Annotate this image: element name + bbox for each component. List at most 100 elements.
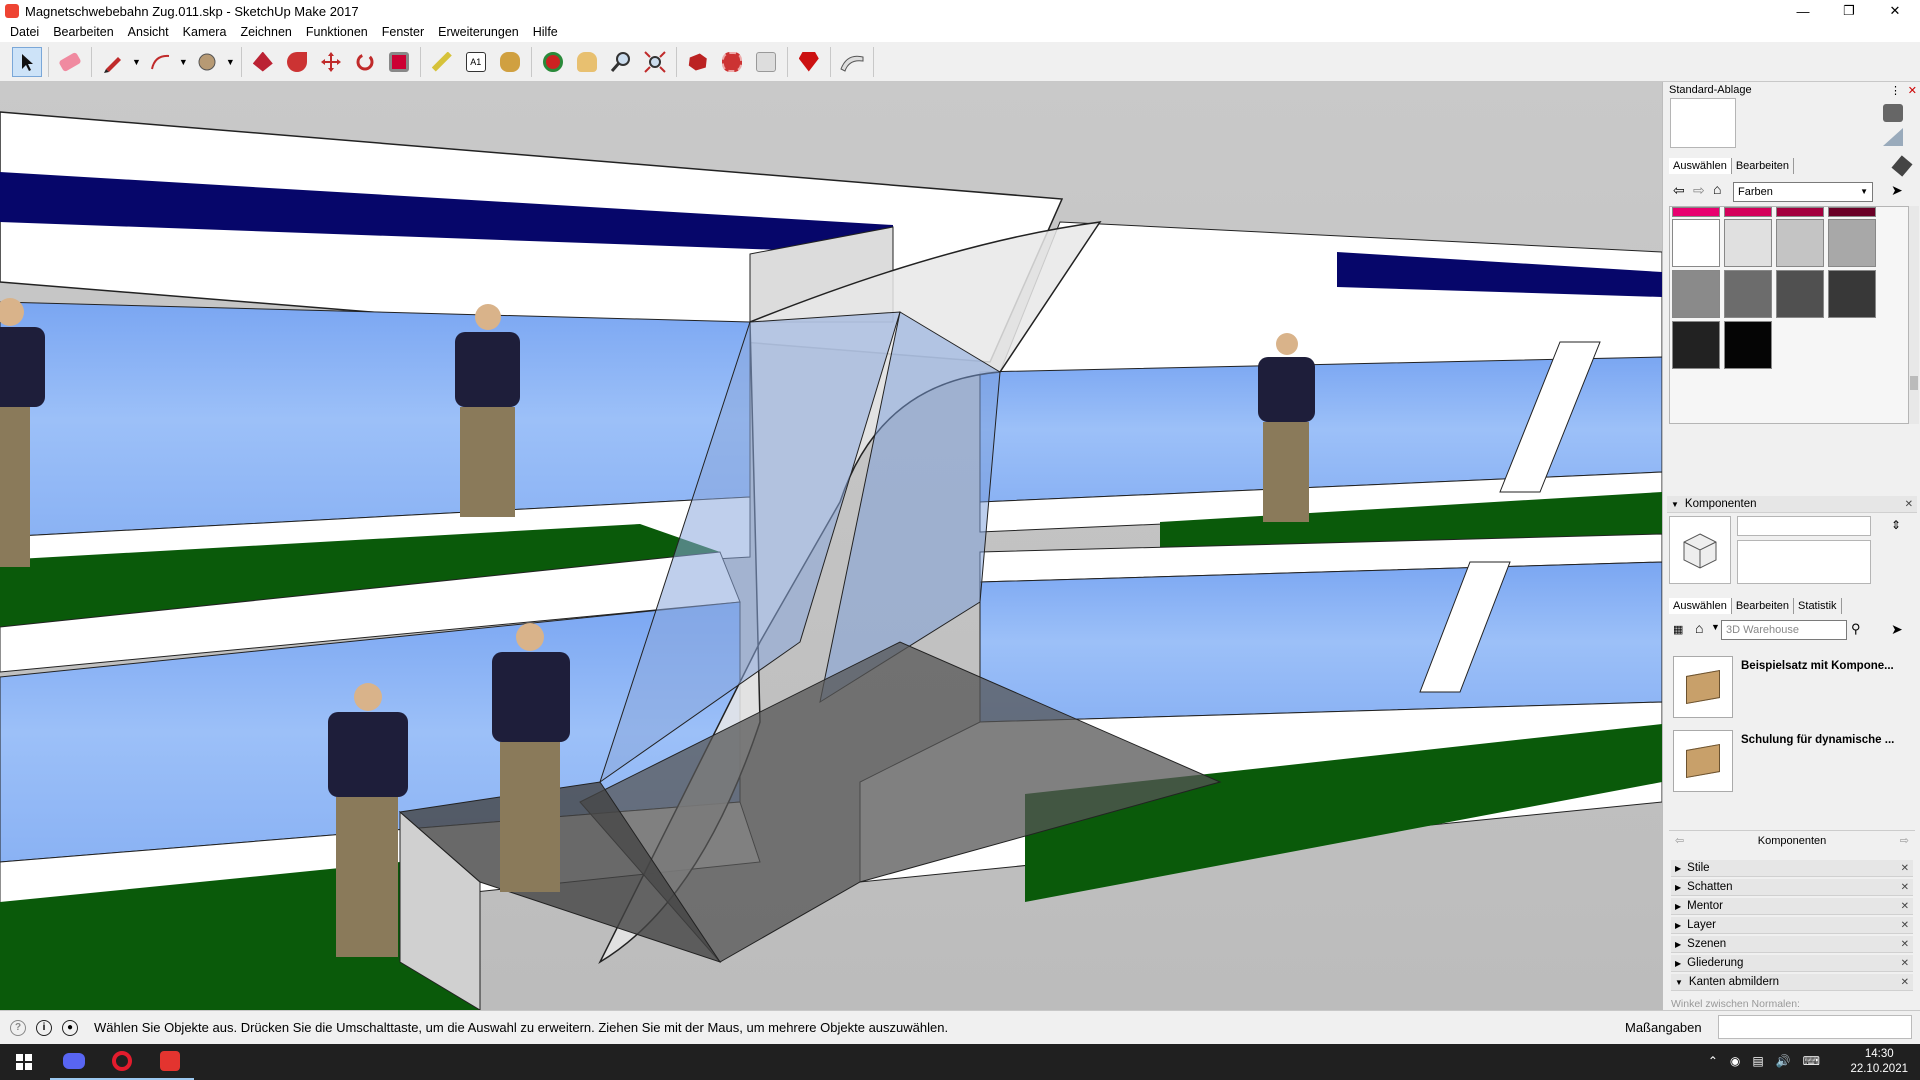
move-tool-button[interactable] [316, 47, 346, 77]
rotate-tool-button[interactable] [350, 47, 380, 77]
close-icon[interactable]: ✕ [1901, 977, 1909, 988]
credits-icon[interactable]: i [36, 1019, 52, 1036]
close-icon[interactable]: ✕ [1905, 499, 1913, 510]
material-swatch[interactable] [1828, 207, 1876, 217]
menu-kamera[interactable]: Kamera [176, 25, 234, 39]
forward-arrow-icon[interactable]: ⇨ [1693, 182, 1705, 199]
volume-icon[interactable]: 🔊 [1776, 1054, 1791, 1068]
menu-fenster[interactable]: Fenster [375, 25, 431, 39]
material-swatch[interactable] [1828, 270, 1876, 318]
ruby-tool-button[interactable] [794, 47, 824, 77]
arc-tool-dropdown-icon[interactable]: ▼ [179, 57, 188, 67]
swatch-scrollbar[interactable] [1909, 206, 1919, 424]
tab-materials-select[interactable]: Auswählen [1669, 158, 1732, 174]
material-swatch[interactable] [1828, 219, 1876, 267]
panel-section-schatten[interactable]: ▶ Schatten ✕ [1671, 879, 1913, 896]
line-tool-dropdown-icon[interactable]: ▼ [132, 57, 141, 67]
text-tool-button[interactable]: A1 [461, 47, 491, 77]
material-swatch[interactable] [1724, 219, 1772, 267]
material-swatch[interactable] [1672, 207, 1720, 217]
components-panel-header[interactable]: ▼ Komponenten ✕ [1667, 496, 1917, 513]
user-account-icon[interactable]: ● [62, 1019, 78, 1036]
scale-tool-button[interactable] [384, 47, 414, 77]
circle-tool-button[interactable] [192, 47, 222, 77]
select-tool-button[interactable] [12, 46, 42, 77]
zoom-extents-tool-button[interactable] [640, 47, 670, 77]
eyedropper-icon[interactable] [1891, 155, 1913, 177]
material-swatch[interactable] [1672, 321, 1720, 369]
component-name-field[interactable] [1737, 516, 1871, 536]
restore-icon[interactable]: ❐ [1826, 0, 1872, 22]
warehouse-tool-button[interactable] [683, 47, 713, 77]
arc-tool-button[interactable] [145, 47, 175, 77]
pan-tool-button[interactable] [572, 47, 602, 77]
keyboard-icon[interactable]: ⌨ [1803, 1054, 1820, 1068]
home-icon[interactable]: ⌂ [1713, 181, 1721, 197]
minimize-icon[interactable]: — [1780, 0, 1826, 22]
tape-measure-tool-button[interactable] [427, 47, 457, 77]
menu-ansicht[interactable]: Ansicht [121, 25, 176, 39]
material-swatch[interactable] [1776, 207, 1824, 217]
zoom-tool-button[interactable] [606, 47, 636, 77]
extension-warehouse-tool-button[interactable] [717, 47, 747, 77]
close-icon[interactable]: ✕ [1901, 882, 1909, 893]
material-swatch[interactable] [1672, 270, 1720, 318]
sample-paint-icon[interactable] [1883, 104, 1903, 122]
eraser-tool-button[interactable] [55, 47, 85, 77]
menu-funktionen[interactable]: Funktionen [299, 25, 375, 39]
home-icon[interactable]: ⌂ [1695, 620, 1703, 636]
panel-section-layer[interactable]: ▶ Layer ✕ [1671, 917, 1913, 934]
menu-datei[interactable]: Datei [3, 25, 46, 39]
tab-components-select[interactable]: Auswählen [1669, 598, 1732, 614]
tray-close-icon[interactable]: ✕ [1908, 84, 1917, 97]
measurements-input[interactable] [1718, 1015, 1912, 1039]
pin-icon[interactable]: ⋮ [1890, 84, 1901, 97]
back-arrow-icon[interactable]: ⇦ [1673, 182, 1685, 199]
orbit-tool-button[interactable] [538, 47, 568, 77]
menu-hilfe[interactable]: Hilfe [526, 25, 565, 39]
material-swatch[interactable] [1724, 207, 1772, 217]
menu-zeichnen[interactable]: Zeichnen [233, 25, 298, 39]
panel-section-kanten-abmildern[interactable]: ▼ Kanten abmildern ✕ [1671, 974, 1913, 991]
tab-materials-edit[interactable]: Bearbeiten [1732, 158, 1795, 174]
forward-arrow-icon[interactable]: ⇨ [1900, 834, 1909, 847]
menu-erweiterungen[interactable]: Erweiterungen [431, 25, 526, 39]
drawing-viewport[interactable] [0, 82, 1662, 1010]
material-library-select[interactable]: Farben ▼ [1733, 182, 1873, 202]
close-icon[interactable]: ✕ [1901, 958, 1909, 969]
panel-section-stile[interactable]: ▶ Stile ✕ [1671, 860, 1913, 877]
panel-section-szenen[interactable]: ▶ Szenen ✕ [1671, 936, 1913, 953]
tab-components-edit[interactable]: Bearbeiten [1732, 598, 1795, 614]
tab-components-statistics[interactable]: Statistik [1794, 598, 1842, 614]
close-icon[interactable]: ✕ [1901, 939, 1909, 950]
close-icon[interactable]: ✕ [1901, 863, 1909, 874]
scrollbar-thumb[interactable] [1910, 376, 1918, 390]
view-options-icon[interactable]: ▦ [1673, 623, 1683, 636]
component-search-input[interactable]: 3D Warehouse [1721, 620, 1847, 640]
paint-bucket-tool-button[interactable] [495, 47, 525, 77]
follow-me-tool-button[interactable] [282, 47, 312, 77]
close-icon[interactable]: ✕ [1901, 920, 1909, 931]
component-options-icon[interactable]: ⇕ [1891, 518, 1901, 532]
material-swatch[interactable] [1724, 270, 1772, 318]
clock[interactable]: 14:30 22.10.2021 [1850, 1047, 1908, 1077]
chevron-up-icon[interactable]: ⌃ [1708, 1054, 1718, 1068]
menu-bearbeiten[interactable]: Bearbeiten [46, 25, 120, 39]
material-swatch[interactable] [1672, 219, 1720, 267]
taskbar-sketchup[interactable] [146, 1044, 194, 1080]
start-button[interactable] [0, 1044, 48, 1080]
material-swatch[interactable] [1724, 321, 1772, 369]
material-swatch[interactable] [1776, 270, 1824, 318]
taskbar-discord[interactable] [50, 1044, 98, 1080]
network-icon[interactable]: ▤ [1752, 1054, 1763, 1068]
layout-tool-button[interactable] [751, 47, 781, 77]
search-icon[interactable]: ⚲ [1851, 621, 1861, 637]
back-arrow-icon[interactable]: ⇦ [1675, 834, 1684, 847]
close-icon[interactable]: ✕ [1872, 0, 1918, 22]
component-list-item[interactable]: Beispielsatz mit Kompone... [1673, 656, 1913, 722]
app-tray-icon[interactable]: ◉ [1730, 1054, 1740, 1068]
component-description-field[interactable] [1737, 540, 1871, 584]
details-arrow-icon[interactable]: ➤ [1891, 182, 1903, 199]
material-swatch[interactable] [1776, 219, 1824, 267]
panel-section-gliederung[interactable]: ▶ Gliederung ✕ [1671, 955, 1913, 972]
